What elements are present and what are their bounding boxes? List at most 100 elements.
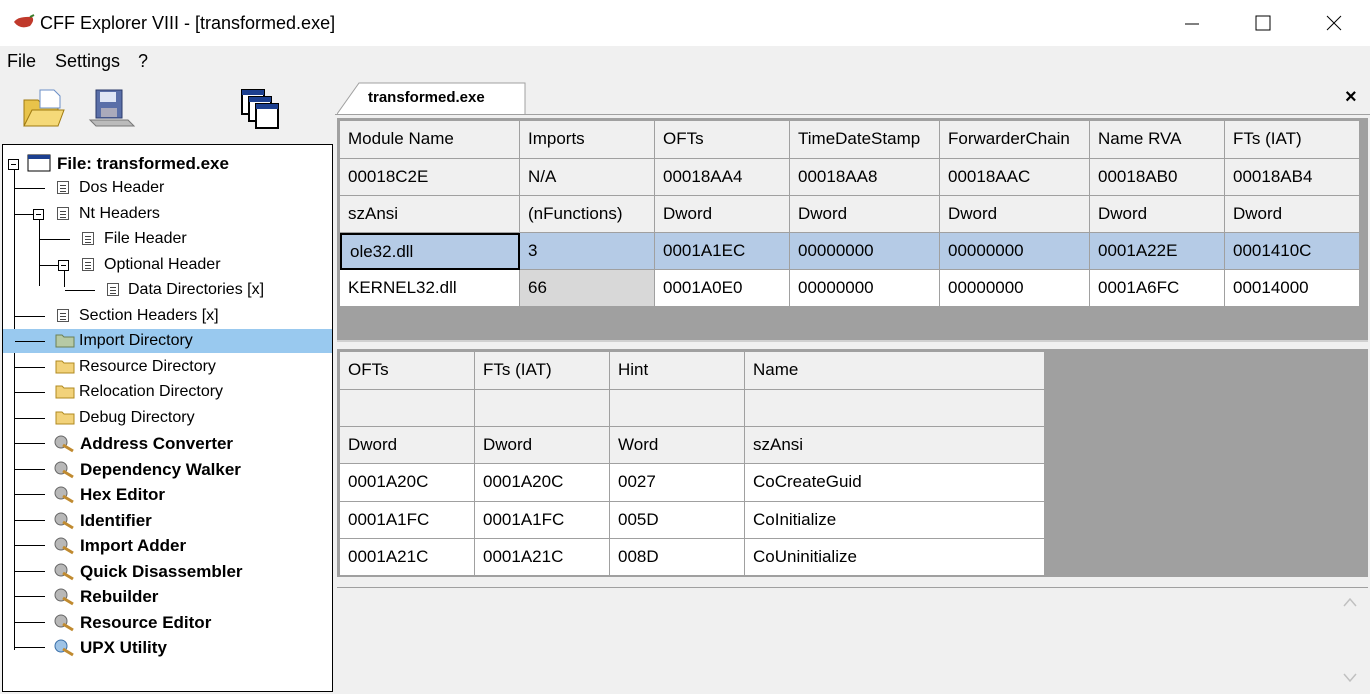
tool-icon xyxy=(54,639,74,657)
table-cell: 00018AA4 xyxy=(655,159,790,196)
tree-item-resource-directory[interactable]: Resource Directory xyxy=(3,355,332,379)
tree-item-hex-editor[interactable]: Hex Editor xyxy=(3,482,332,506)
tree-item-identifier[interactable]: Identifier xyxy=(3,508,332,532)
save-icon[interactable] xyxy=(88,86,136,130)
table-cell[interactable]: CoUninitialize xyxy=(745,539,1045,576)
table-cell[interactable]: 008D xyxy=(610,539,745,576)
folder-icon xyxy=(55,411,75,425)
table-cell[interactable]: 0001410C xyxy=(1225,233,1360,270)
table-cell: szAnsi xyxy=(745,427,1045,464)
menu-help[interactable]: ? xyxy=(138,51,148,72)
tree-item-nt-headers[interactable]: Nt Headers xyxy=(3,202,332,226)
table-cell xyxy=(745,390,1045,427)
table-cell xyxy=(340,390,475,427)
open-file-icon[interactable] xyxy=(20,86,66,130)
tree-item-dos-header[interactable]: Dos Header xyxy=(3,176,332,200)
tree-item-quick-disassembler[interactable]: Quick Disassembler xyxy=(3,559,332,583)
table-header[interactable]: FTs (IAT) xyxy=(475,352,610,390)
table-cell[interactable]: 0001A1FC xyxy=(475,502,610,539)
table-header[interactable]: TimeDateStamp xyxy=(790,121,940,159)
table-cell xyxy=(475,390,610,427)
table-header[interactable]: Name RVA xyxy=(1090,121,1225,159)
table-header[interactable]: OFTs xyxy=(655,121,790,159)
scroll-up-icon[interactable] xyxy=(1342,596,1358,608)
table-header[interactable]: ForwarderChain xyxy=(940,121,1090,159)
folder-icon xyxy=(55,334,75,348)
close-button[interactable] xyxy=(1299,0,1369,46)
table-cell-module-name[interactable]: KERNEL32.dll xyxy=(340,270,520,307)
maximize-button[interactable] xyxy=(1228,0,1298,46)
tree-item-rebuilder[interactable]: Rebuilder xyxy=(3,584,332,608)
tool-icon xyxy=(54,435,74,453)
tree-item-upx-utility[interactable]: UPX Utility xyxy=(3,635,332,659)
imports-table[interactable]: Module Name Imports OFTs TimeDateStamp F… xyxy=(337,118,1368,342)
table-cell: 00018AA8 xyxy=(790,159,940,196)
table-cell[interactable]: 0001A21C xyxy=(340,539,475,576)
table-cell: Dword xyxy=(1225,196,1360,233)
close-tab-button[interactable]: × xyxy=(1345,86,1357,109)
table-cell[interactable]: 0001A0E0 xyxy=(655,270,790,307)
table-cell[interactable]: 00000000 xyxy=(940,270,1090,307)
close-tab-icon: × xyxy=(1345,86,1357,108)
scroll-down-icon[interactable] xyxy=(1342,672,1358,684)
table-header[interactable]: Name xyxy=(745,352,1045,390)
collapse-icon[interactable] xyxy=(33,209,44,220)
table-cell[interactable]: 00000000 xyxy=(790,270,940,307)
table-header[interactable]: FTs (IAT) xyxy=(1225,121,1360,159)
table-cell[interactable]: 0001A20C xyxy=(475,464,610,502)
table-cell-module-name[interactable]: ole32.dll xyxy=(340,233,520,270)
tree-item-debug-directory[interactable]: Debug Directory xyxy=(3,406,332,430)
tree-item-file-header[interactable]: File Header xyxy=(3,227,332,251)
folder-icon xyxy=(55,385,75,399)
tab-label: transformed.exe xyxy=(368,89,485,106)
tree-item-address-converter[interactable]: Address Converter xyxy=(3,431,332,455)
table-header[interactable]: Hint xyxy=(610,352,745,390)
table-cell[interactable]: 0001A22E xyxy=(1090,233,1225,270)
table-cell[interactable]: 3 xyxy=(520,233,655,270)
tool-icon xyxy=(54,588,74,606)
table-cell: 00018AB4 xyxy=(1225,159,1360,196)
minimize-button[interactable] xyxy=(1157,0,1227,46)
table-cell[interactable]: 0001A1EC xyxy=(655,233,790,270)
table-cell: Word xyxy=(610,427,745,464)
collapse-icon[interactable] xyxy=(58,260,69,271)
info-panel[interactable] xyxy=(337,587,1368,693)
table-cell[interactable]: 005D xyxy=(610,502,745,539)
table-cell[interactable]: 66 xyxy=(520,270,655,307)
tree-item-data-directories[interactable]: Data Directories [x] xyxy=(3,278,332,302)
collapse-icon[interactable] xyxy=(8,159,19,170)
tool-icon xyxy=(54,614,74,632)
windows-icon[interactable] xyxy=(238,86,284,132)
table-header[interactable]: Imports xyxy=(520,121,655,159)
table-cell[interactable]: 00000000 xyxy=(940,233,1090,270)
table-header[interactable]: OFTs xyxy=(340,352,475,390)
table-cell[interactable]: 0001A1FC xyxy=(340,502,475,539)
table-cell[interactable]: 0001A20C xyxy=(340,464,475,502)
tree-item-relocation-directory[interactable]: Relocation Directory xyxy=(3,380,332,404)
table-cell: Dword xyxy=(655,196,790,233)
table-cell[interactable]: 00000000 xyxy=(790,233,940,270)
tree-view[interactable]: File: transformed.exe Dos Header Nt Head… xyxy=(2,144,333,692)
tree-item-import-directory[interactable]: Import Directory xyxy=(3,329,332,353)
tree-item-section-headers[interactable]: Section Headers [x] xyxy=(3,304,332,328)
functions-table[interactable]: OFTs FTs (IAT) Hint Name Dword Dword Wor… xyxy=(337,349,1368,577)
menu-settings[interactable]: Settings xyxy=(55,51,120,72)
table-header[interactable]: Module Name xyxy=(340,121,520,159)
tree-item-optional-header[interactable]: Optional Header xyxy=(3,253,332,277)
table-cell: 00018C2E xyxy=(340,159,520,196)
table-cell[interactable]: 0001A6FC xyxy=(1090,270,1225,307)
maximize-icon xyxy=(1255,15,1271,31)
tree-item-resource-editor[interactable]: Resource Editor xyxy=(3,610,332,634)
table-cell[interactable]: CoCreateGuid xyxy=(745,464,1045,502)
table-cell[interactable]: 00014000 xyxy=(1225,270,1360,307)
table-cell[interactable]: CoInitialize xyxy=(745,502,1045,539)
table-cell: (nFunctions) xyxy=(520,196,655,233)
table-cell: szAnsi xyxy=(340,196,520,233)
table-cell[interactable]: 0001A21C xyxy=(475,539,610,576)
menu-file[interactable]: File xyxy=(7,51,36,72)
tree-item-dependency-walker[interactable]: Dependency Walker xyxy=(3,457,332,481)
folder-icon xyxy=(55,360,75,374)
table-cell[interactable]: 0027 xyxy=(610,464,745,502)
tree-item-import-adder[interactable]: Import Adder xyxy=(3,533,332,557)
tree-root-file[interactable]: File: transformed.exe xyxy=(3,151,332,175)
